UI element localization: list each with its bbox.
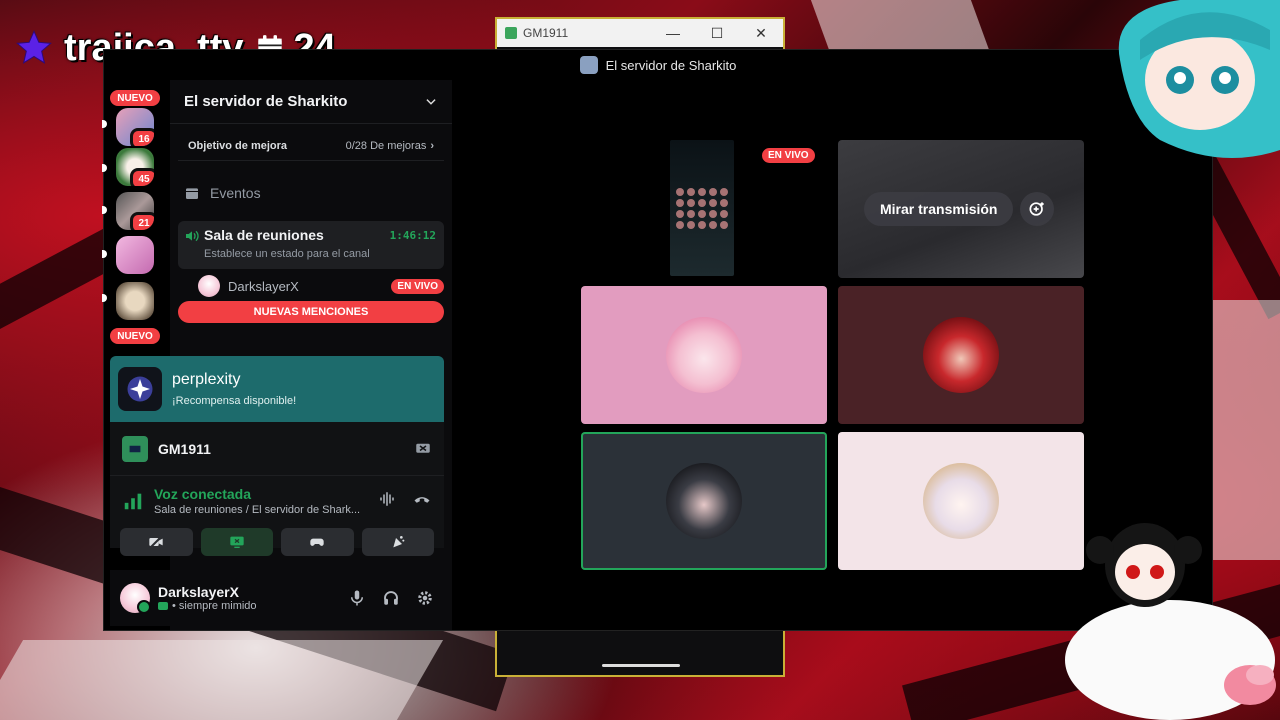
participant-tile-speaking[interactable] — [581, 432, 827, 570]
user-status: • siempre mimido — [158, 600, 257, 612]
microphone-icon[interactable] — [348, 589, 366, 607]
mention-badge: 16 — [130, 128, 154, 146]
server-name: El servidor de Sharkito — [184, 93, 348, 110]
streaming-icon — [158, 602, 168, 610]
participant-tile[interactable] — [838, 432, 1084, 570]
voice-connected-subtitle[interactable]: Sala de reuniones / El servidor de Shark… — [154, 504, 360, 516]
avatar — [198, 275, 220, 297]
app-icon — [505, 27, 517, 39]
soundboard-icon — [393, 536, 405, 548]
perplexity-promo[interactable]: perplexity ¡Recompensa disponible! — [110, 356, 444, 422]
unread-pill — [102, 164, 107, 172]
server-icon — [579, 56, 598, 74]
online-status-dot — [137, 600, 151, 614]
server-icon[interactable] — [116, 236, 154, 274]
user-status-text: • siempre mimido — [172, 600, 257, 612]
stream-preview-vertical[interactable] — [670, 140, 734, 276]
window-title: El servidor de Sharkito — [605, 57, 737, 73]
live-badge: EN VIVO — [391, 278, 444, 294]
events-item[interactable]: Eventos — [170, 179, 452, 207]
voice-controls — [110, 528, 444, 556]
promo-name: perplexity — [172, 371, 241, 388]
gm1911-title: GM1911 — [523, 26, 569, 40]
gear-icon[interactable] — [416, 589, 434, 607]
perplexity-logo-icon — [118, 367, 162, 411]
live-badge: EN VIVO — [762, 148, 815, 163]
discord-window: El servidor de Sharkito ? NUEVO 16 45 21… — [102, 50, 1212, 630]
watch-stream-button[interactable]: Mirar transmisión — [864, 192, 1014, 226]
new-mentions-button[interactable]: NUEVAS MENCIONES — [178, 301, 444, 323]
voice-channel-name: Sala de reuniones — [204, 227, 324, 243]
discord-titlebar: El servidor de Sharkito ? — [104, 50, 1212, 80]
camera-off-icon — [149, 535, 163, 549]
server-header[interactable]: El servidor de Sharkito — [170, 80, 452, 124]
game-icon — [122, 435, 148, 462]
participant-tile[interactable] — [581, 286, 827, 424]
stream-tile[interactable]: Mirar transmisión — [838, 140, 1084, 278]
avatar — [923, 463, 999, 539]
home-indicator — [602, 664, 680, 667]
server-icon[interactable]: 21 — [116, 192, 154, 230]
member-name: DarkslayerX — [228, 278, 299, 294]
avatar[interactable] — [120, 583, 151, 614]
unread-pill — [102, 206, 107, 214]
avatar — [666, 317, 742, 393]
signal-icon[interactable] — [122, 490, 144, 512]
channel-status-input[interactable]: Establece un estado para el canal — [204, 248, 370, 260]
boost-goal[interactable]: Objetivo de mejora 0/28 De mejoras › — [178, 132, 444, 161]
events-label: Eventos — [210, 185, 261, 201]
mention-badge: 45 — [130, 168, 154, 186]
server-icon[interactable]: 45 — [116, 148, 154, 186]
new-badge[interactable]: NUEVO — [110, 328, 160, 344]
activity-panel: GM1911 — [110, 422, 444, 476]
chevron-right-icon: › — [430, 140, 434, 152]
anime-character-sticker — [1118, 0, 1280, 158]
user-panel: DarkslayerX • siempre mimido — [110, 570, 444, 626]
server-icon[interactable] — [116, 282, 154, 320]
unread-pill — [102, 294, 107, 302]
headphones-icon[interactable] — [382, 589, 400, 607]
boost-progress: 0/28 De mejoras — [345, 140, 427, 152]
gm1911-titlebar[interactable]: GM1911 — ☐ ✕ — [497, 19, 783, 47]
activity-name: GM1911 — [158, 440, 211, 457]
promo-subtitle: ¡Recompensa disponible! — [172, 395, 297, 407]
stop-stream-icon[interactable] — [414, 440, 432, 458]
star-icon — [16, 30, 52, 64]
chibi-character-sticker — [1065, 523, 1276, 720]
gamepad-icon — [310, 538, 324, 546]
user-name: DarkslayerX — [158, 584, 239, 600]
close-button[interactable]: ✕ — [739, 25, 783, 42]
camera-off-button[interactable] — [120, 528, 193, 556]
voice-channel-sala[interactable]: Sala de reuniones 1:46:12 Establece un e… — [178, 221, 444, 269]
avatar — [666, 463, 742, 539]
disconnect-icon[interactable] — [412, 490, 432, 513]
soundboard-button[interactable] — [361, 528, 434, 556]
voice-timer: 1:46:12 — [389, 229, 436, 242]
activities-button[interactable] — [281, 528, 354, 556]
minimize-button[interactable]: — — [651, 25, 695, 42]
maximize-button[interactable]: ☐ — [695, 25, 739, 42]
unread-pill — [102, 120, 107, 128]
avatar — [923, 317, 999, 393]
calendar-icon — [186, 188, 198, 199]
screen-share-icon — [230, 536, 244, 548]
mention-badge: 21 — [130, 212, 154, 230]
speaker-icon — [186, 230, 199, 242]
participant-tile[interactable] — [838, 286, 1084, 424]
server-icon[interactable]: 16 — [116, 108, 154, 146]
voice-connected-title: Voz conectada — [154, 486, 251, 502]
voice-member[interactable]: DarkslayerX EN VIVO — [198, 275, 444, 297]
chevron-down-icon — [426, 98, 436, 105]
screen-share-button[interactable] — [200, 528, 273, 556]
unread-pill — [102, 250, 107, 258]
new-badge[interactable]: NUEVO — [110, 90, 160, 106]
boost-label: Objetivo de mejora — [188, 140, 288, 152]
add-stream-icon[interactable] — [1020, 192, 1054, 226]
noise-suppression-icon[interactable] — [378, 490, 396, 513]
